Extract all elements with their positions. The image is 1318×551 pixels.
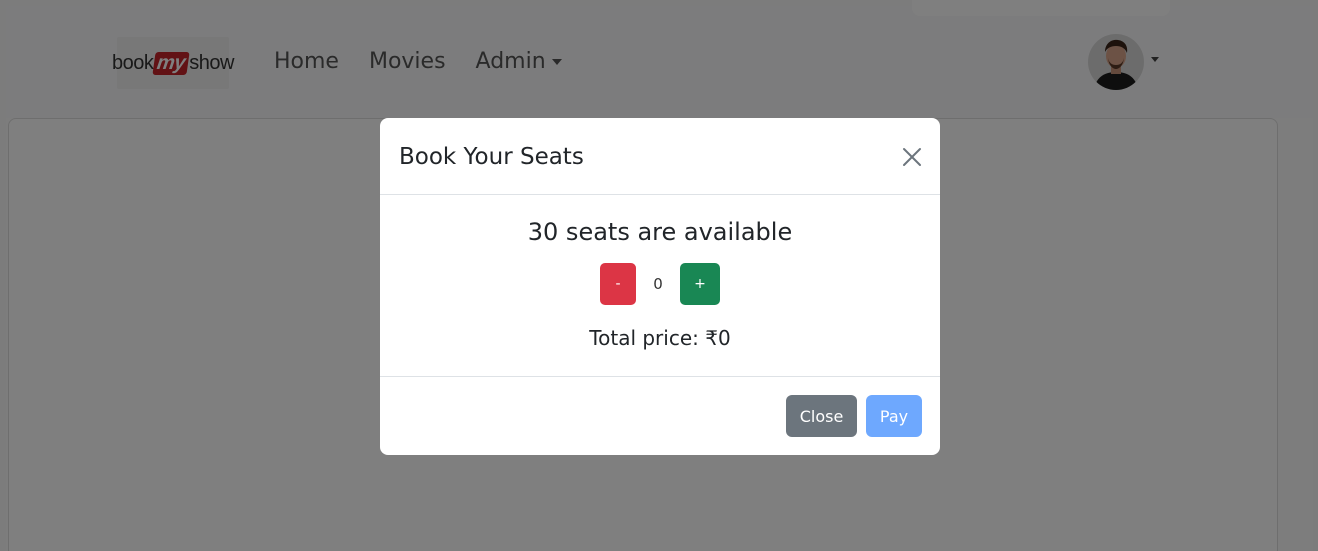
modal-body: 30 seats are available - 0 + Total price… xyxy=(380,195,940,377)
close-button[interactable]: Close xyxy=(786,395,857,437)
close-icon[interactable] xyxy=(900,145,924,169)
seat-quantity-stepper: - 0 + xyxy=(380,263,940,305)
decrease-seats-button[interactable]: - xyxy=(600,263,636,305)
modal-header: Book Your Seats xyxy=(380,118,940,195)
modal-footer: Close Pay xyxy=(380,377,940,455)
modal-title: Book Your Seats xyxy=(399,144,584,170)
total-price-text: Total price: ₹0 xyxy=(589,326,731,350)
seat-count-value: 0 xyxy=(653,275,663,293)
increase-seats-button[interactable]: + xyxy=(680,263,720,305)
book-seats-modal: Book Your Seats 30 seats are available -… xyxy=(380,118,940,455)
pay-button[interactable]: Pay xyxy=(866,395,922,437)
seats-available-text: 30 seats are available xyxy=(527,218,793,246)
